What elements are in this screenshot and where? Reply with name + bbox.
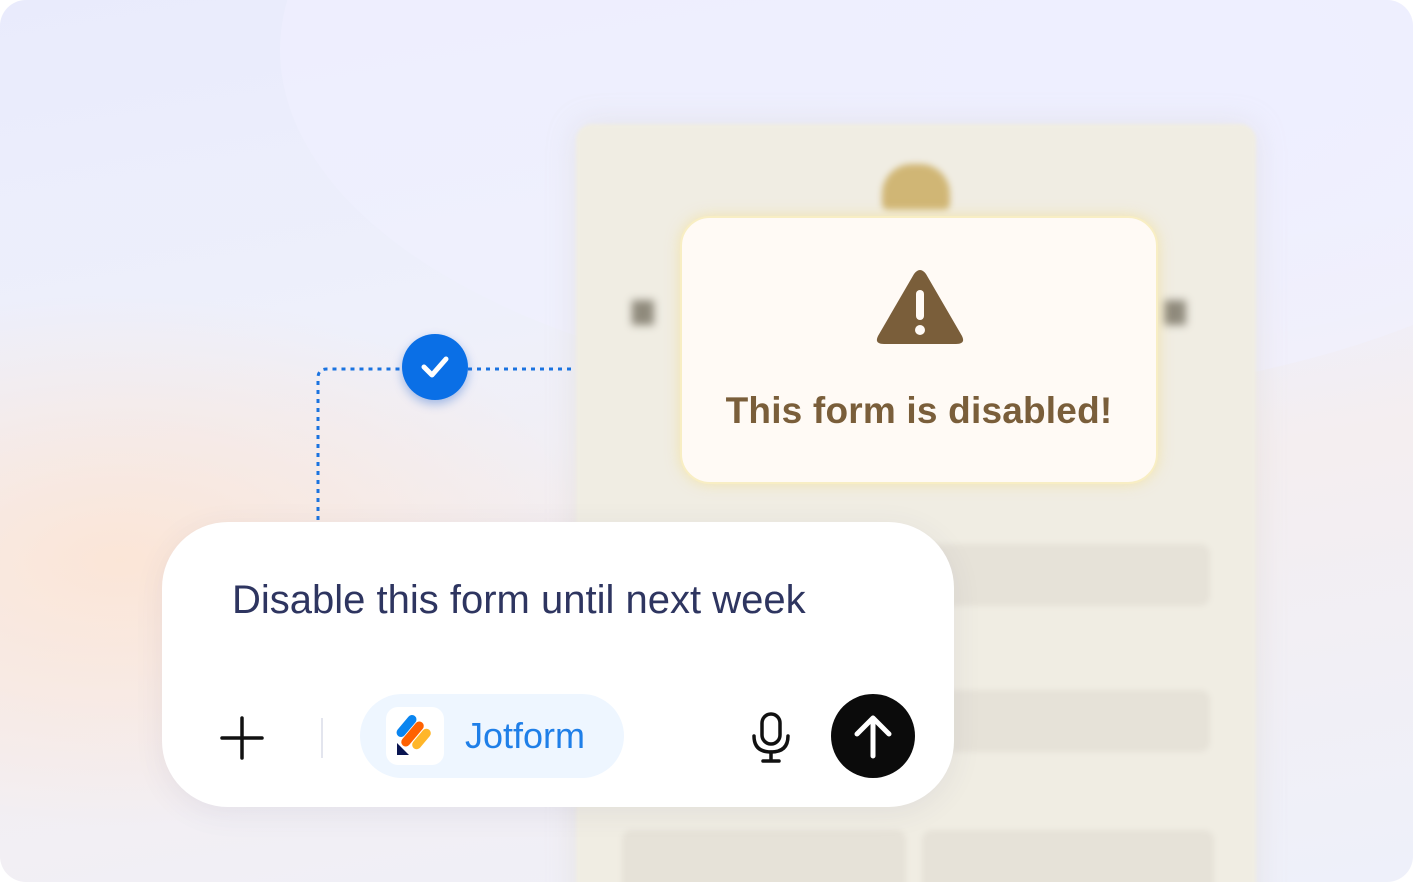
jotform-integration-chip[interactable]: Jotform xyxy=(360,694,624,778)
form-logo xyxy=(882,164,950,210)
warning-triangle-icon xyxy=(876,270,964,344)
toolbar-divider xyxy=(321,718,323,758)
arrow-up-icon xyxy=(854,715,892,759)
plus-icon xyxy=(220,716,264,760)
background-canvas: ▆ ▆ This form is disabled! Disable this … xyxy=(0,0,1413,882)
microphone-icon xyxy=(752,712,790,763)
form-disabled-notice: This form is disabled! xyxy=(680,216,1158,484)
add-attachment-button[interactable] xyxy=(214,710,270,766)
success-check-badge xyxy=(402,334,468,400)
form-field-row xyxy=(922,830,1214,882)
form-blur-heading-end: ▆ xyxy=(1164,292,1186,325)
form-blur-heading-start: ▆ xyxy=(632,292,654,325)
jotform-logo-icon xyxy=(386,707,444,765)
disabled-message: This form is disabled! xyxy=(725,390,1113,431)
form-field-row xyxy=(622,830,906,882)
send-button[interactable] xyxy=(831,694,915,778)
chat-composer: Disable this form until next week Jotfor… xyxy=(162,522,954,807)
jotform-label: Jotform xyxy=(465,715,586,756)
voice-input-button[interactable] xyxy=(744,708,798,768)
check-icon xyxy=(421,356,449,378)
prompt-input[interactable]: Disable this form until next week xyxy=(232,578,806,623)
